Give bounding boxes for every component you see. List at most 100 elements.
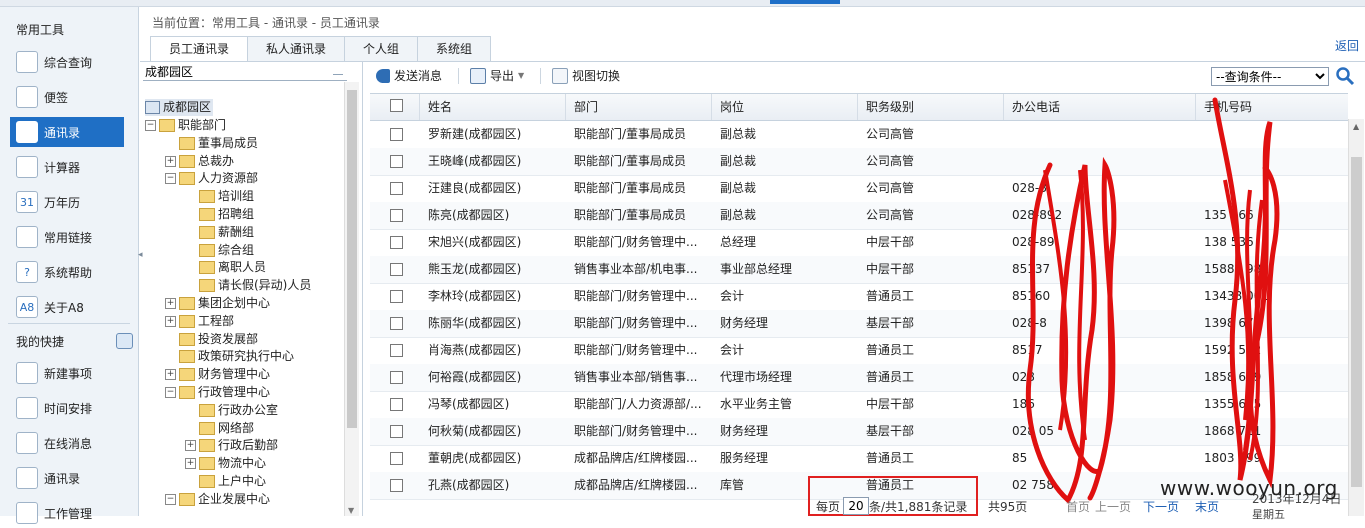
export-button[interactable]: 导出 ▼ — [470, 66, 524, 86]
row-checkbox[interactable] — [390, 182, 403, 195]
search-icon[interactable] — [1335, 66, 1355, 86]
pager-first[interactable]: 首页 — [1066, 498, 1090, 515]
tree-node[interactable]: 政策研究执行中心 — [165, 348, 294, 365]
tab-personal-group[interactable]: 个人组 — [344, 36, 419, 61]
table-scroll-thumb[interactable] — [1351, 157, 1362, 487]
row-checkbox[interactable] — [390, 452, 403, 465]
sidebar-item-contacts[interactable]: 通讯录 — [10, 117, 124, 147]
sidebar-item-search-doc[interactable]: 综合查询 — [10, 47, 124, 77]
sidebar-item-message[interactable]: 在线消息 — [10, 428, 124, 458]
cell-name[interactable]: 冯琴(成都园区) — [420, 391, 566, 418]
table-row[interactable]: 冯琴(成都园区) 职能部门/人力资源部/... 水平业务主管 中层干部 186 1355 … — [370, 391, 1348, 419]
tab-staff-contacts[interactable]: 员工通讯录 — [150, 36, 249, 62]
expand-toggle-icon[interactable]: + — [185, 458, 196, 470]
cell-name[interactable]: 李林玲(成都园区) — [420, 283, 566, 310]
sidebar-item-new-item[interactable]: 新建事项 — [10, 358, 124, 388]
table-row[interactable]: 陈亮(成都园区) 职能部门/董事局成员 副总裁 公司高管 028-892 135 066 — [370, 202, 1348, 230]
expand-toggle-icon[interactable]: + — [165, 155, 176, 167]
table-scrollbar[interactable]: ▲ — [1348, 119, 1364, 516]
tab-system-group[interactable]: 系统组 — [417, 36, 492, 61]
collapse-toggle-icon[interactable]: − — [165, 493, 176, 505]
pager-next[interactable]: 下一页 — [1143, 498, 1179, 515]
expand-toggle-icon[interactable]: + — [165, 315, 176, 327]
row-checkbox[interactable] — [390, 290, 403, 303]
tree-node[interactable]: 董事局成员 — [165, 135, 258, 152]
tree-node[interactable]: + 行政后勤部 — [185, 437, 278, 454]
sidebar-item-a8[interactable]: A8 关于A8 — [10, 292, 124, 322]
table-row[interactable]: 何秋菊(成都园区) 职能部门/财务管理中... 财务经理 基层干部 028 05 1868… — [370, 418, 1348, 446]
tree-node[interactable]: + 总裁办 — [165, 153, 234, 170]
tree-node[interactable]: 综合组 — [185, 242, 254, 259]
tree-scroll-thumb[interactable] — [347, 90, 357, 428]
cell-name[interactable]: 陈丽华(成都园区) — [420, 310, 566, 337]
tree-scroll-down-icon[interactable]: ▼ — [348, 506, 354, 515]
collapse-toggle-icon[interactable]: − — [145, 120, 156, 131]
back-link[interactable]: 返回 — [1335, 37, 1359, 54]
header-mobile[interactable]: 手机号码 — [1196, 94, 1348, 120]
table-row[interactable]: 陈丽华(成都园区) 职能部门/财务管理中... 财务经理 基层干部 028-8 1398 … — [370, 310, 1348, 338]
tree-node[interactable]: 培训组 — [185, 188, 254, 205]
tree-node[interactable]: 投资发展部 — [165, 331, 258, 348]
cell-name[interactable]: 肖海燕(成都园区) — [420, 337, 566, 364]
tree-node[interactable]: 网络部 — [185, 420, 254, 437]
cell-name[interactable]: 陈亮(成都园区) — [420, 202, 566, 229]
tree-node[interactable]: 行政办公室 — [185, 402, 278, 419]
row-checkbox[interactable] — [390, 155, 403, 168]
sidebar-item-calculator[interactable]: 计算器 — [10, 152, 124, 182]
view-switch-button[interactable]: 视图切换 — [552, 66, 620, 86]
tree-node[interactable]: + 财务管理中心 — [165, 366, 270, 383]
cell-name[interactable]: 何裕霞(成都园区) — [420, 364, 566, 391]
header-name[interactable]: 姓名 — [420, 94, 566, 120]
sidebar-item-link[interactable]: 常用链接 — [10, 222, 124, 252]
table-row[interactable]: 肖海燕(成都园区) 职能部门/财务管理中... 会计 普通员工 8517 1592 512 — [370, 337, 1348, 365]
row-checkbox[interactable] — [390, 236, 403, 249]
header-rank[interactable]: 职务级别 — [858, 94, 1004, 120]
tree-scrollbar[interactable]: ▼ — [344, 82, 359, 516]
tree-root[interactable]: 成都园区 — [145, 99, 214, 116]
cell-name[interactable]: 罗新建(成都园区) — [420, 121, 566, 148]
tree-node[interactable]: − 企业发展中心 — [165, 491, 270, 508]
sidebar-item-note[interactable]: 便签 — [10, 82, 124, 112]
row-checkbox[interactable] — [390, 317, 403, 330]
table-row[interactable]: 李林玲(成都园区) 职能部门/财务管理中... 会计 普通员工 85160 13438 0… — [370, 283, 1348, 311]
row-checkbox[interactable] — [390, 425, 403, 438]
pager-last[interactable]: 末页 — [1195, 498, 1219, 515]
table-scroll-up-icon[interactable]: ▲ — [1353, 122, 1359, 131]
tree-node[interactable]: 上户中心 — [185, 473, 266, 490]
page-size-input[interactable] — [843, 497, 869, 515]
shortcut-settings-icon[interactable] — [116, 333, 133, 349]
cell-name[interactable]: 董朝虎(成都园区) — [420, 445, 566, 472]
table-row[interactable]: 王晓峰(成都园区) 职能部门/董事局成员 副总裁 公司高管 — [370, 148, 1348, 176]
table-row[interactable]: 熊玉龙(成都园区) 销售事业本部/机电事... 事业部总经理 中层干部 85137 158… — [370, 256, 1348, 284]
header-office-phone[interactable]: 办公电话 — [1004, 94, 1196, 120]
cell-name[interactable]: 熊玉龙(成都园区) — [420, 256, 566, 283]
cell-name[interactable]: 汪建良(成都园区) — [420, 175, 566, 202]
table-row[interactable]: 何裕霞(成都园区) 销售事业本部/销售事... 代理市场经理 普通员工 028 1858 … — [370, 364, 1348, 392]
collapse-toggle-icon[interactable]: − — [165, 173, 176, 185]
query-condition-select[interactable]: --查询条件-- — [1211, 67, 1329, 86]
tree-node[interactable]: 薪酬组 — [185, 224, 254, 241]
cell-name[interactable]: 何秋菊(成都园区) — [420, 418, 566, 445]
select-all-checkbox[interactable] — [390, 99, 403, 112]
top-nav-active-indicator[interactable] — [770, 0, 840, 4]
pager-prev[interactable]: 上一页 — [1095, 498, 1131, 515]
tree-node[interactable]: 招聘组 — [185, 206, 254, 223]
tree-node[interactable]: 离职人员 — [185, 259, 266, 276]
cell-name[interactable]: 王晓峰(成都园区) — [420, 148, 566, 175]
tree-node[interactable]: − 人力资源部 — [165, 170, 258, 187]
table-row[interactable]: 罗新建(成都园区) 职能部门/董事局成员 副总裁 公司高管 — [370, 121, 1348, 149]
sidebar-item-calendar[interactable]: 31 万年历 — [10, 187, 124, 217]
tree-node[interactable]: − 行政管理中心 — [165, 384, 270, 401]
row-checkbox[interactable] — [390, 209, 403, 222]
header-position[interactable]: 岗位 — [712, 94, 858, 120]
row-checkbox[interactable] — [390, 479, 403, 492]
cell-name[interactable]: 孔燕(成都园区) — [420, 472, 566, 499]
tree-node[interactable]: − 职能部门 — [145, 117, 226, 134]
sidebar-item-contacts[interactable]: 通讯录 — [10, 463, 124, 493]
row-checkbox[interactable] — [390, 371, 403, 384]
tree-node[interactable]: + 物流中心 — [185, 455, 266, 472]
row-checkbox[interactable] — [390, 263, 403, 276]
table-row[interactable]: 宋旭兴(成都园区) 职能部门/财务管理中... 总经理 中层干部 028-89 138 5… — [370, 229, 1348, 257]
table-row[interactable]: 董朝虎(成都园区) 成都品牌店/红牌楼园... 服务经理 普通员工 85 1803 599 — [370, 445, 1348, 473]
collapse-toggle-icon[interactable]: − — [165, 387, 176, 398]
